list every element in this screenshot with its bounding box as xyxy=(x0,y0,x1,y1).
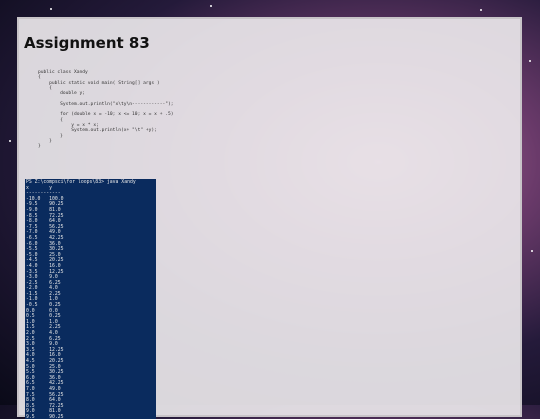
terminal-row: -4.5 20.25 xyxy=(26,258,64,264)
terminal-row: 2.5 6.25 xyxy=(26,336,61,342)
page-title: Assignment 83 xyxy=(24,34,150,52)
code-line: double y; xyxy=(60,91,86,97)
terminal-row: 5.5 30.25 xyxy=(26,370,64,376)
code-line: System.out.println("x\ty\n------------")… xyxy=(60,101,174,107)
star-decoration xyxy=(480,9,482,11)
terminal-row: -2.5 6.25 xyxy=(26,280,61,286)
terminal-row: 2.0 4.0 xyxy=(26,331,58,337)
terminal-row: -9.0 81.0 xyxy=(26,207,61,213)
content-panel: Assignment 83 public class Xandy { publi… xyxy=(17,17,522,419)
terminal-row: -1.0 1.0 xyxy=(26,297,58,303)
star-decoration xyxy=(9,140,11,142)
code-line: for (double x = -10; x <= 10; x = x + .5… xyxy=(60,112,174,118)
terminal-row: -3.0 9.0 xyxy=(26,275,58,281)
star-decoration xyxy=(50,8,52,10)
terminal-row: 4.0 16.0 xyxy=(26,353,61,359)
terminal-row: 7.5 56.25 xyxy=(26,392,64,398)
terminal-window: PS Z:\compsci\for loops\83> java Xandy x… xyxy=(25,179,156,419)
terminal-row: 9.0 81.0 xyxy=(26,409,61,415)
terminal-row: -2.0 4.0 xyxy=(26,286,58,292)
code-line: System.out.println(x+ "\t" +y); xyxy=(71,128,157,134)
terminal-row: 3.0 9.0 xyxy=(26,342,58,348)
terminal-row: 5.0 25.0 xyxy=(26,364,61,370)
terminal-row: -7.0 49.0 xyxy=(26,230,61,236)
terminal-row: 7.0 49.0 xyxy=(26,386,61,392)
terminal-row: -6.0 36.0 xyxy=(26,241,61,247)
terminal-prompt: PS Z:\compsci\for loops\83> java Xandy xyxy=(26,180,136,185)
terminal-row: -5.0 25.0 xyxy=(26,252,61,258)
code-line: } xyxy=(60,133,63,139)
star-decoration xyxy=(529,60,531,62)
code-line: { xyxy=(38,75,41,81)
terminal-row: 6.5 42.25 xyxy=(26,381,64,387)
code-line: } xyxy=(38,144,41,150)
terminal-row: 4.5 20.25 xyxy=(26,359,64,364)
terminal-row: 1.5 2.25 xyxy=(26,325,61,331)
terminal-row: -6.5 42.25 xyxy=(26,235,64,241)
terminal-output: PS Z:\compsci\for loops\83> java Xandy x… xyxy=(25,179,156,419)
terminal-header: x y xyxy=(26,185,52,191)
star-decoration xyxy=(531,250,533,252)
terminal-row: -4.0 16.0 xyxy=(26,263,61,269)
terminal-row: 0.5 0.25 xyxy=(26,314,61,320)
terminal-row: -8.0 64.0 xyxy=(26,219,61,225)
terminal-row: -0.5 0.25 xyxy=(26,303,61,309)
terminal-row: -7.5 56.25 xyxy=(26,224,64,230)
terminal-row: 9.5 90.25 xyxy=(26,414,64,419)
terminal-row: 0.0 0.0 xyxy=(26,308,58,314)
code-block: public class Xandy { public static void … xyxy=(38,70,174,149)
terminal-row: -8.5 72.25 xyxy=(26,213,64,219)
terminal-row: 8.0 64.0 xyxy=(26,398,61,404)
code-line: { xyxy=(60,117,63,123)
code-line: public static void main( String[] args ) xyxy=(49,80,160,86)
terminal-row: -5.5 30.25 xyxy=(26,247,64,253)
star-decoration xyxy=(210,5,212,7)
terminal-row: -3.5 12.25 xyxy=(26,269,64,275)
terminal-row: -9.5 90.25 xyxy=(26,202,64,208)
terminal-divider: ------------ xyxy=(26,191,61,197)
code-line: public class Xandy xyxy=(38,70,88,75)
